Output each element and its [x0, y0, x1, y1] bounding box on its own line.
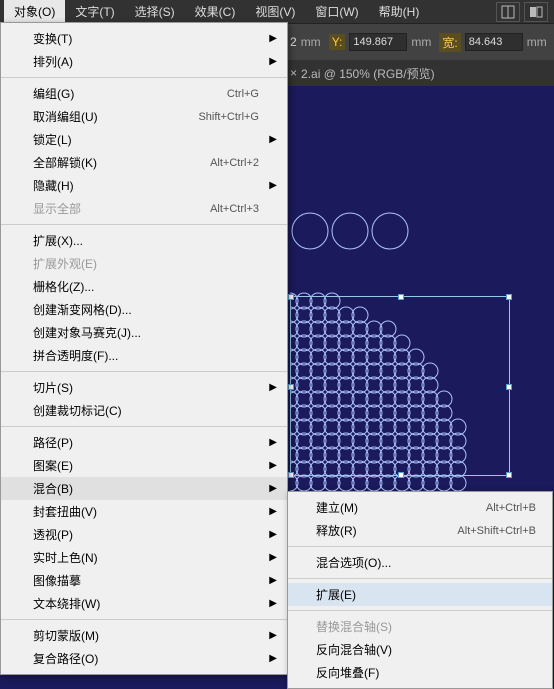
submenu-item[interactable]: 建立(M)Alt+Ctrl+B — [288, 496, 552, 519]
menu-bar: 对象(O) 文字(T) 选择(S) 效果(C) 视图(V) 窗口(W) 帮助(H… — [0, 0, 554, 24]
submenu-item[interactable]: 反向混合轴(V) — [288, 638, 552, 661]
menu-item[interactable]: 图像描摹▶ — [1, 569, 287, 592]
menu-item[interactable]: 混合(B)▶ — [1, 477, 287, 500]
chevron-right-icon: ▶ — [269, 460, 277, 471]
handle-nw[interactable] — [288, 294, 294, 300]
menu-item[interactable]: 剪切蒙版(M)▶ — [1, 624, 287, 647]
handle-e[interactable] — [506, 384, 512, 390]
selection-box — [290, 296, 510, 476]
menu-item[interactable]: 锁定(L)▶ — [1, 128, 287, 151]
chevron-right-icon: ▶ — [269, 598, 277, 609]
tool-layout-icon[interactable] — [496, 2, 520, 22]
submenu-item[interactable]: 替换混合轴(S) — [288, 615, 552, 638]
menu-item[interactable]: 变换(T)▶ — [1, 27, 287, 50]
document-tab[interactable]: 2.ai @ 150% (RGB/预览) — [301, 65, 435, 82]
chevron-right-icon: ▶ — [269, 653, 277, 664]
w-input[interactable] — [465, 33, 523, 51]
menu-type[interactable]: 文字(T) — [65, 0, 124, 24]
menu-item[interactable]: 创建渐变网格(D)... — [1, 298, 287, 321]
menu-object[interactable]: 对象(O) — [4, 0, 65, 24]
close-icon[interactable]: × — [290, 66, 297, 80]
menu-item[interactable]: 创建裁切标记(C) — [1, 399, 287, 422]
tool-arrange-icon[interactable] — [524, 2, 548, 22]
handle-ne[interactable] — [506, 294, 512, 300]
menu-window[interactable]: 窗口(W) — [305, 0, 368, 24]
menu-item[interactable]: 排列(A)▶ — [1, 50, 287, 73]
y-input[interactable] — [349, 33, 407, 51]
chevron-right-icon: ▶ — [269, 180, 277, 191]
submenu-item[interactable]: 混合选项(O)... — [288, 551, 552, 574]
menu-help[interactable]: 帮助(H) — [369, 0, 430, 24]
blend-submenu: 建立(M)Alt+Ctrl+B释放(R)Alt+Shift+Ctrl+B 混合选项… — [287, 491, 553, 689]
menu-view[interactable]: 视图(V) — [245, 0, 305, 24]
w-label: 宽: — [439, 33, 460, 52]
menu-item[interactable]: 扩展(X)... — [1, 229, 287, 252]
y-unit: mm — [411, 35, 431, 49]
handle-se[interactable] — [506, 472, 512, 478]
menu-item[interactable]: 文本绕排(W)▶ — [1, 592, 287, 615]
handle-w[interactable] — [288, 384, 294, 390]
chevron-right-icon: ▶ — [269, 56, 277, 67]
handle-n[interactable] — [398, 294, 404, 300]
menu-effect[interactable]: 效果(C) — [185, 0, 246, 24]
x-suffix: 2 — [290, 35, 297, 49]
menu-item[interactable]: 拼合透明度(F)... — [1, 344, 287, 367]
submenu-item[interactable]: 反向堆叠(F) — [288, 661, 552, 684]
menu-item[interactable]: 显示全部Alt+Ctrl+3 — [1, 197, 287, 220]
chevron-right-icon: ▶ — [269, 382, 277, 393]
menu-item[interactable]: 栅格化(Z)... — [1, 275, 287, 298]
chevron-right-icon: ▶ — [269, 529, 277, 540]
menu-item[interactable]: 隐藏(H)▶ — [1, 174, 287, 197]
chevron-right-icon: ▶ — [269, 437, 277, 448]
menu-select[interactable]: 选择(S) — [125, 0, 185, 24]
menu-item[interactable]: 图案(E)▶ — [1, 454, 287, 477]
handle-sw[interactable] — [288, 472, 294, 478]
menu-item[interactable]: 复合路径(O)▶ — [1, 647, 287, 670]
menu-item[interactable]: 切片(S)▶ — [1, 376, 287, 399]
submenu-item[interactable]: 扩展(E) — [288, 583, 552, 606]
menu-item[interactable]: 扩展外观(E) — [1, 252, 287, 275]
menu-item[interactable]: 创建对象马赛克(J)... — [1, 321, 287, 344]
submenu-item[interactable]: 释放(R)Alt+Shift+Ctrl+B — [288, 519, 552, 542]
chevron-right-icon: ▶ — [269, 483, 277, 494]
menu-item[interactable]: 封套扭曲(V)▶ — [1, 500, 287, 523]
menu-item[interactable]: 实时上色(N)▶ — [1, 546, 287, 569]
chevron-right-icon: ▶ — [269, 134, 277, 145]
chevron-right-icon: ▶ — [269, 575, 277, 586]
menu-item[interactable]: 透视(P)▶ — [1, 523, 287, 546]
menu-item[interactable]: 取消编组(U)Shift+Ctrl+G — [1, 105, 287, 128]
x-unit: mm — [301, 35, 321, 49]
chevron-right-icon: ▶ — [269, 552, 277, 563]
chevron-right-icon: ▶ — [269, 506, 277, 517]
w-unit: mm — [527, 35, 547, 49]
y-label: Y: — [329, 34, 346, 50]
menu-item[interactable]: 编组(G)Ctrl+G — [1, 82, 287, 105]
chevron-right-icon: ▶ — [269, 33, 277, 44]
menu-item[interactable]: 路径(P)▶ — [1, 431, 287, 454]
menu-item[interactable]: 全部解锁(K)Alt+Ctrl+2 — [1, 151, 287, 174]
object-menu-dropdown: 变换(T)▶排列(A)▶ 编组(G)Ctrl+G取消编组(U)Shift+Ctrl… — [0, 22, 288, 675]
chevron-right-icon: ▶ — [269, 630, 277, 641]
handle-s[interactable] — [398, 472, 404, 478]
